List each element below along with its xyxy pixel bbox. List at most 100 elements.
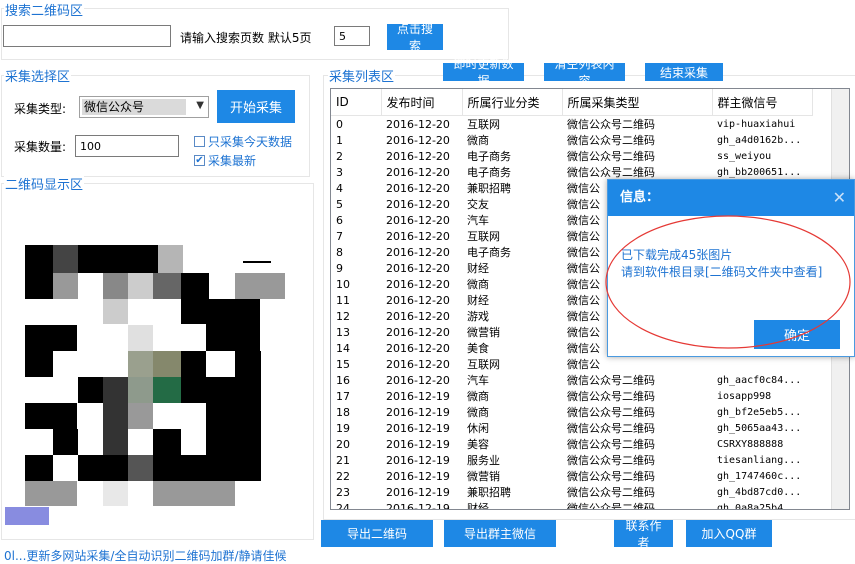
table-cell: 微信公众号二维码 [567, 134, 655, 147]
table-cell: 互联网 [467, 358, 500, 371]
table-cell: 微商 [467, 390, 489, 403]
table-cell: 2016-12-20 [386, 197, 450, 211]
table-cell: 微信公众号二维码 [567, 502, 655, 510]
table-cell: 电子商务 [467, 246, 511, 259]
table-cell: 美食 [467, 342, 489, 355]
table-cell: 2016-12-19 [386, 485, 450, 499]
table-row[interactable]: 1 2016-12-20 微商 微信公众号二维码 gh_a4d0162b... [331, 132, 812, 148]
latest-checkbox[interactable]: ✔ 采集最新 [194, 152, 256, 169]
table-cell: 2016-12-20 [386, 373, 450, 387]
table-cell: 互联网 [467, 230, 500, 243]
table-cell: 7 [336, 229, 343, 243]
table-row[interactable]: 22 2016-12-19 微营销 微信公众号二维码 gh_1747460c... [331, 468, 812, 484]
table-cell: CSRXY888888 [717, 438, 784, 450]
join-qq-group-button[interactable]: 加入QQ群 [686, 520, 772, 547]
table-cell: 2016-12-20 [386, 181, 450, 195]
only-today-label: 只采集今天数据 [208, 135, 293, 149]
table-cell: 9 [336, 261, 343, 275]
stop-collect-button[interactable]: 结束采集 [645, 63, 723, 81]
qr-code-image [5, 195, 291, 525]
table-cell: 4 [336, 181, 343, 195]
table-cell: 微信公众号二维码 [567, 118, 655, 131]
table-cell: 汽车 [467, 374, 489, 387]
table-cell: gh_bb200651... [717, 166, 802, 178]
column-header-id[interactable]: ID [331, 89, 382, 116]
table-row[interactable]: 15 2016-12-20 互联网 微信公 [331, 356, 812, 372]
qr-group-legend: 二维码显示区 [4, 174, 85, 193]
column-header-industry[interactable]: 所属行业分类 [462, 89, 563, 116]
search-query-input[interactable] [3, 25, 171, 47]
table-cell: tiesanliang... [717, 454, 802, 466]
table-cell: gh_a4d0162b... [717, 134, 802, 146]
table-cell: 微商 [467, 134, 489, 147]
table-cell: 微营销 [467, 470, 500, 483]
table-header-row: ID 发布时间 所属行业分类 所属采集类型 群主微信号 [331, 89, 813, 116]
table-cell: 20 [336, 437, 350, 451]
table-cell: 0 [336, 117, 343, 131]
qr-code-graphic [5, 195, 291, 525]
table-cell: 微信公众号二维码 [567, 454, 655, 467]
annotation-ellipse-shape [605, 215, 851, 349]
clear-list-button[interactable]: 清空列表内容 [544, 57, 625, 88]
table-row[interactable]: 20 2016-12-19 美容 微信公众号二维码 CSRXY888888 [331, 436, 812, 452]
collect-count-input[interactable] [75, 135, 179, 157]
table-row[interactable]: 24 2016-12-19 财经 微信公众号二维码 gh_0a8a25b4... [331, 500, 812, 510]
search-pages-input[interactable] [334, 26, 370, 46]
table-cell: 电子商务 [467, 166, 511, 179]
table-cell: 汽车 [467, 214, 489, 227]
table-cell: gh_5065aa43... [717, 422, 802, 434]
table-row[interactable]: 18 2016-12-19 微商 微信公众号二维码 gh_bf2e5eb5... [331, 404, 812, 420]
table-cell: 微营销 [467, 326, 500, 339]
refresh-data-button[interactable]: 即时更新数据 [443, 57, 524, 88]
only-today-checkbox[interactable]: 只采集今天数据 [194, 133, 292, 150]
table-cell: 2016-12-19 [386, 437, 450, 451]
table-cell: 微信公众号二维码 [567, 390, 655, 403]
table-row[interactable]: 19 2016-12-19 休闲 微信公众号二维码 gh_5065aa43... [331, 420, 812, 436]
table-row[interactable]: 2 2016-12-20 电子商务 微信公众号二维码 ss_weiyou [331, 148, 812, 164]
column-header-date[interactable]: 发布时间 [381, 89, 463, 116]
checkmark-icon: ✔ [194, 154, 205, 166]
table-cell: 14 [336, 341, 350, 355]
search-group-legend: 搜索二维码区 [4, 0, 85, 19]
column-header-owner-wechat[interactable]: 群主微信号 [712, 89, 813, 116]
start-collect-button[interactable]: 开始采集 [217, 90, 295, 123]
latest-label: 采集最新 [208, 154, 257, 168]
search-button[interactable]: 点击搜索 [387, 22, 443, 53]
only-today-box [194, 136, 205, 147]
table-cell: 美容 [467, 438, 489, 451]
collect-type-select[interactable]: 微信公众号 ▼ [79, 96, 209, 118]
table-cell: 2016-12-20 [386, 357, 450, 371]
table-cell: 微信公众号二维码 [567, 438, 655, 451]
table-cell: 财经 [467, 262, 489, 275]
table-cell: 微信公众号二维码 [567, 166, 655, 179]
export-qr-button[interactable]: 导出二维码 [321, 520, 433, 547]
table-cell: 电子商务 [467, 150, 511, 163]
export-wechat-button[interactable]: 导出群主微信 [444, 520, 556, 547]
table-cell: 微信公众号二维码 [567, 150, 655, 163]
table-cell: gh_0a8a25b4... [717, 502, 802, 510]
table-cell: 24 [336, 501, 350, 510]
table-cell: 2016-12-20 [386, 149, 450, 163]
column-header-type[interactable]: 所属采集类型 [562, 89, 713, 116]
table-cell: gh_bf2e5eb5... [717, 406, 802, 418]
status-bar-text: 0l...更新多网站采集/全自动识别二维码加群/静请佳候 [4, 549, 287, 563]
table-cell: 微信公 [567, 358, 600, 371]
table-cell: 19 [336, 421, 350, 435]
table-row[interactable]: 0 2016-12-20 互联网 微信公众号二维码 vip-huaxiahui [331, 116, 812, 133]
table-cell: iosapp998 [717, 390, 772, 402]
table-cell: 2016-12-20 [386, 309, 450, 323]
table-row[interactable]: 23 2016-12-19 兼职招聘 微信公众号二维码 gh_4bd87cd0... [331, 484, 812, 500]
table-row[interactable]: 3 2016-12-20 电子商务 微信公众号二维码 gh_bb200651... [331, 164, 812, 180]
table-cell: 2016-12-19 [386, 501, 450, 510]
table-cell: vip-huaxiahui [717, 118, 796, 130]
table-cell: 游戏 [467, 310, 489, 323]
table-row[interactable]: 16 2016-12-20 汽车 微信公众号二维码 gh_aacf0c84... [331, 372, 812, 388]
table-cell: 2016-12-20 [386, 261, 450, 275]
table-cell: 2016-12-19 [386, 389, 450, 403]
contact-author-button[interactable]: 联系作者 [614, 519, 673, 550]
table-cell: 服务业 [467, 454, 500, 467]
table-row[interactable]: 17 2016-12-19 微商 微信公众号二维码 iosapp998 [331, 388, 812, 404]
table-cell: 微商 [467, 406, 489, 419]
table-row[interactable]: 21 2016-12-19 服务业 微信公众号二维码 tiesanliang... [331, 452, 812, 468]
annotation-ellipse [605, 215, 851, 349]
